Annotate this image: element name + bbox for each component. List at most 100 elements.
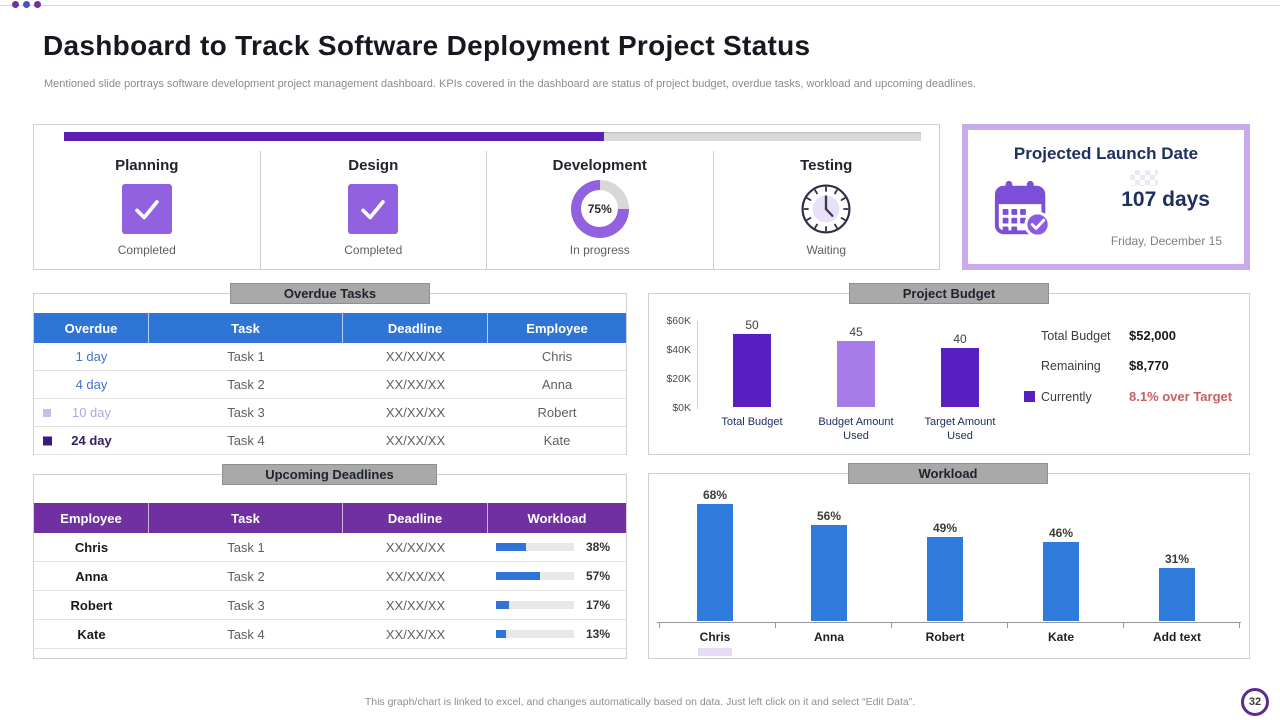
workload-cell: 13% (488, 620, 626, 648)
x-axis-category: Target Amount Used (924, 416, 996, 442)
workload-chart[interactable]: 68% 56% 49% 46% 31% Chris Anna Robert Ka… (648, 473, 1250, 659)
project-budget-chart[interactable]: $60K $40K $20K $0K 50 45 40 Total Budget… (648, 293, 1250, 455)
y-axis-tick: $20K (666, 373, 691, 385)
overall-progress-fill (64, 132, 604, 141)
bar-value-label: 56% (816, 509, 842, 523)
column-header: Workload (527, 510, 587, 526)
phase-name: Design (348, 157, 399, 174)
bar-value-label: 31% (1164, 552, 1190, 566)
table-row: Anna Task 2 XX/XX/XX 57% (34, 562, 626, 591)
bar-value-label: 46% (1048, 526, 1074, 540)
deadline-cell: XX/XX/XX (385, 433, 446, 448)
bar-budget-amount-used: 45 (837, 325, 875, 407)
legend-square-icon (1024, 391, 1035, 402)
phase-status: Completed (117, 243, 176, 257)
projected-launch-date-card[interactable]: Projected Launch Date 107 days Friday, D… (962, 124, 1250, 270)
deadline-cell: XX/XX/XX (385, 377, 446, 392)
section-tab-label: Overdue Tasks (283, 286, 377, 301)
bar-value-label: 68% (702, 488, 728, 502)
task-cell: Task 2 (227, 568, 265, 584)
dot-icon (12, 1, 19, 8)
table-row: Kate Task 4 XX/XX/XX 13% (34, 620, 626, 649)
bar-add-text: 31% (1159, 552, 1195, 621)
deadline-cell: XX/XX/XX (385, 349, 446, 364)
deadline-cell: XX/XX/XX (385, 405, 446, 420)
task-cell: Task 4 (227, 626, 265, 642)
watermark-decoration (1130, 170, 1158, 186)
employee-cell: Robert (537, 405, 577, 420)
page-number-badge: 32 (1241, 688, 1269, 716)
bar-kate: 46% (1043, 526, 1079, 621)
workload-percent: 17% (586, 598, 611, 612)
employee-cell: Kate (77, 626, 106, 642)
bar (837, 341, 875, 407)
workload-cell: 38% (488, 533, 626, 561)
section-tab-upcoming-deadlines: Upcoming Deadlines (222, 464, 437, 485)
x-axis-category: Anna (814, 630, 844, 644)
table-row: Chris Task 1 XX/XX/XX 38% (34, 533, 626, 562)
employee-cell: Chris (74, 539, 109, 555)
workload-cell: 57% (488, 562, 626, 590)
column-header: Deadline (343, 313, 488, 343)
x-axis-category: Budget Amount Used (818, 416, 894, 442)
workload-bar-track (496, 572, 574, 580)
page-title: Dashboard to Track Software Deployment P… (43, 30, 811, 61)
donut-percent-label: 75% (581, 190, 619, 227)
workload-bar-fill (496, 543, 526, 551)
launch-date-text: Friday, December 15 (1110, 234, 1222, 248)
upcoming-deadlines-table[interactable]: Employee Task Deadline Workload Chris Ta… (33, 474, 627, 659)
bar-chris: 68% (697, 488, 733, 621)
stat-label: Currently (1041, 389, 1092, 404)
task-cell: Task 3 (227, 597, 265, 613)
task-cell: Task 4 (227, 433, 265, 448)
stat-value: $52,000 (1129, 328, 1176, 343)
bar (811, 525, 847, 621)
x-axis-category: Kate (1047, 630, 1074, 644)
phase-design: Design Completed (259, 151, 487, 269)
employee-cell: Anna (75, 568, 108, 584)
overdue-text: 10 day (71, 405, 112, 420)
launch-title: Projected Launch Date (1013, 144, 1199, 163)
x-axis-category: Total Budget (721, 416, 783, 428)
overdue-cell: 1 day (75, 349, 108, 364)
bar (733, 334, 771, 407)
x-axis-tick (1007, 623, 1008, 628)
stat-value: $8,770 (1129, 358, 1169, 373)
stat-value-alert: 8.1% over Target (1129, 389, 1233, 404)
phase-name: Planning (115, 157, 179, 174)
section-tab-overdue-tasks: Overdue Tasks (230, 283, 430, 304)
column-header: Overdue (34, 313, 149, 343)
phase-testing: Testing Waiting (712, 151, 940, 269)
bar (697, 504, 733, 621)
workload-bar-fill (496, 601, 510, 609)
overdue-cell: 4 day (75, 377, 108, 392)
table-header-row: Employee Task Deadline Workload (34, 503, 626, 533)
phase-name: Development (552, 157, 647, 174)
task-cell: Task 2 (227, 377, 265, 392)
table-row: 24 day Task 4 XX/XX/XX Kate (34, 427, 626, 455)
y-axis-tick: $40K (666, 344, 691, 356)
x-axis-category: Robert (925, 630, 965, 644)
workload-percent: 38% (586, 540, 611, 554)
column-header: Employee (526, 320, 588, 336)
workload-bar-track (496, 601, 574, 609)
x-axis-category: Chris (699, 630, 731, 644)
overdue-cell: 10 day (34, 399, 149, 426)
workload-bar-track (496, 543, 574, 551)
bar (941, 348, 979, 407)
bar-value-label: 49% (932, 521, 958, 535)
phase-name: Testing (800, 157, 853, 174)
phase-status: In progress (569, 243, 630, 257)
table-row: 10 day Task 3 XX/XX/XX Robert (34, 399, 626, 427)
task-cell: Task 1 (227, 539, 265, 555)
table-row: 1 day Task 1 XX/XX/XX Chris (34, 343, 626, 371)
overdue-tasks-table[interactable]: Overdue Task Deadline Employee 1 day Tas… (33, 293, 627, 455)
x-axis-tick (659, 623, 660, 628)
section-tab-label: Project Budget (902, 286, 996, 301)
phase-status-panel[interactable]: Planning Completed Design Completed Deve… (33, 124, 940, 270)
top-divider (0, 5, 1280, 6)
bar (1043, 542, 1079, 621)
workload-percent: 13% (586, 627, 611, 641)
x-axis-category: Add text (1153, 630, 1201, 644)
deadline-cell: XX/XX/XX (385, 539, 446, 555)
